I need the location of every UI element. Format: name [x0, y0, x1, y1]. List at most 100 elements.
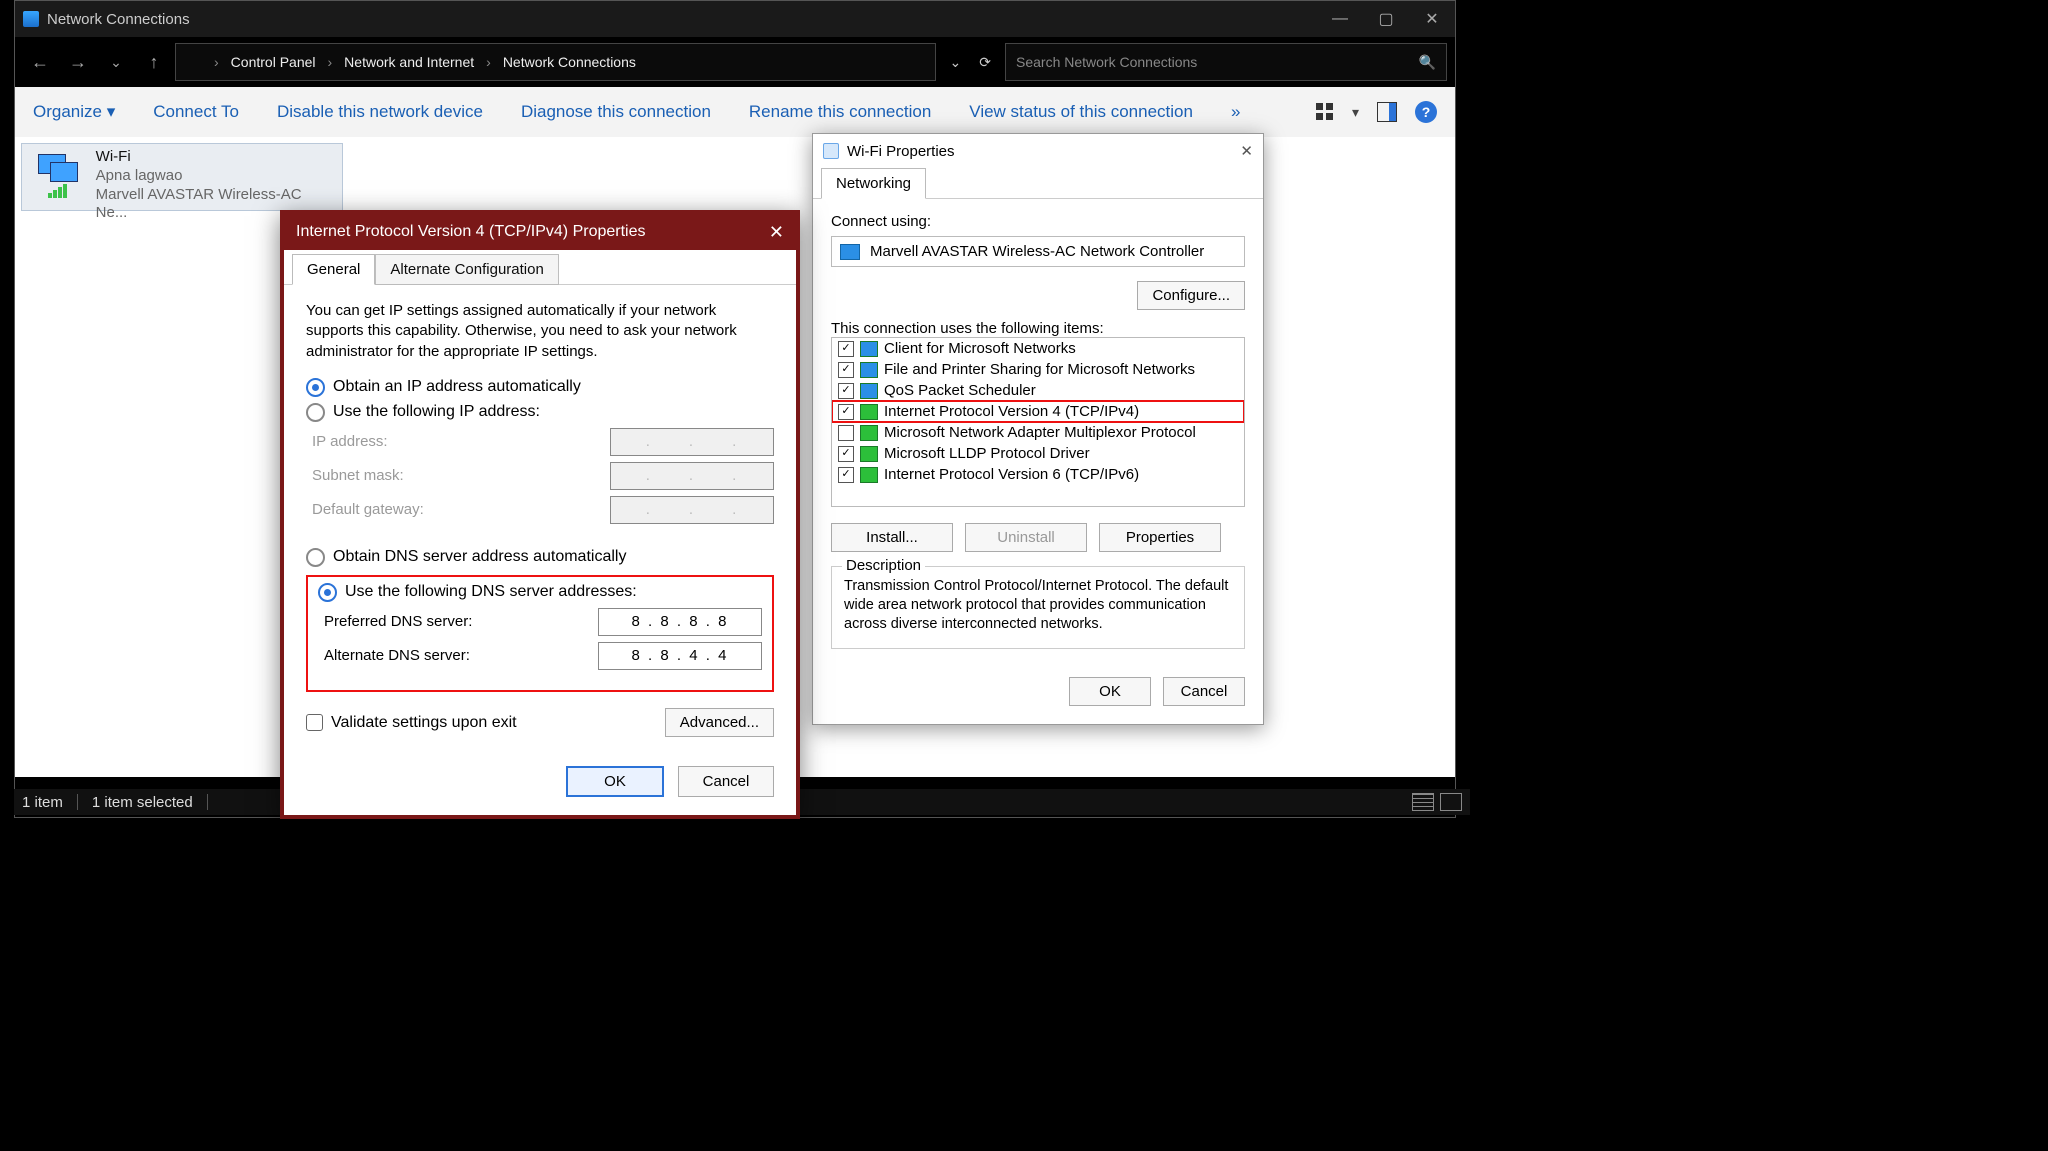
ipv4-intro-text: You can get IP settings assigned automat…: [306, 301, 774, 362]
more-commands-button[interactable]: »: [1231, 102, 1240, 122]
maximize-button[interactable]: ▢: [1363, 1, 1409, 37]
close-button[interactable]: ✕: [1409, 1, 1455, 37]
minimize-button[interactable]: —: [1317, 1, 1363, 37]
tab-alternate-configuration[interactable]: Alternate Configuration: [375, 254, 558, 285]
connection-item[interactable]: QoS Packet Scheduler: [832, 380, 1244, 401]
help-button[interactable]: ?: [1415, 101, 1437, 123]
default-gateway-field: [610, 496, 774, 524]
use-following-ip-radio[interactable]: Use the following IP address:: [306, 403, 774, 422]
item-label: Microsoft Network Adapter Multiplexor Pr…: [884, 424, 1196, 441]
advanced-button[interactable]: Advanced...: [665, 708, 774, 737]
item-checkbox[interactable]: [838, 362, 854, 378]
cancel-button[interactable]: Cancel: [1163, 677, 1245, 706]
item-checkbox[interactable]: [838, 446, 854, 462]
item-checkbox[interactable]: [838, 383, 854, 399]
preview-pane-icon[interactable]: [1377, 102, 1397, 122]
default-gateway-label: Default gateway:: [312, 501, 424, 518]
network-adapter-icon: [38, 154, 78, 182]
preferred-dns-field[interactable]: 8 . 8 . 8 . 8: [598, 608, 762, 636]
search-box[interactable]: Search Network Connections 🔍: [1005, 43, 1447, 81]
ok-button[interactable]: OK: [566, 766, 664, 797]
refresh-button[interactable]: ⟳: [979, 54, 991, 71]
explorer-titlebar: Network Connections — ▢ ✕: [15, 1, 1455, 37]
breadcrumb-sep-icon: ›: [214, 54, 219, 70]
properties-button[interactable]: Properties: [1099, 523, 1221, 552]
subnet-mask-field: [610, 462, 774, 490]
wifi-icon: [823, 143, 839, 159]
protocol-icon: [860, 425, 878, 441]
ipv4-properties-dialog: Internet Protocol Version 4 (TCP/IPv4) P…: [280, 210, 800, 819]
connect-to-button[interactable]: Connect To: [153, 102, 239, 122]
connection-item[interactable]: Microsoft Network Adapter Multiplexor Pr…: [832, 422, 1244, 443]
item-checkbox[interactable]: [838, 467, 854, 483]
use-following-dns-radio[interactable]: Use the following DNS server addresses:: [318, 583, 762, 602]
address-dropdown-button[interactable]: ⌄: [950, 54, 962, 71]
description-text: Transmission Control Protocol/Internet P…: [844, 577, 1232, 634]
connection-item[interactable]: Client for Microsoft Networks: [832, 338, 1244, 359]
obtain-ip-auto-radio[interactable]: Obtain an IP address automatically: [306, 378, 774, 397]
tab-networking[interactable]: Networking: [821, 168, 926, 199]
layout-dropdown-button[interactable]: ▾: [1352, 104, 1359, 121]
search-placeholder: Search Network Connections: [1016, 54, 1197, 70]
status-item-count: 1 item: [22, 794, 63, 811]
alternate-dns-field[interactable]: 8 . 8 . 4 . 4: [598, 642, 762, 670]
adapter-wifi-tile[interactable]: Wi-Fi Apna lagwao Marvell AVASTAR Wirele…: [21, 143, 343, 211]
breadcrumb-item[interactable]: Network and Internet: [344, 54, 474, 70]
status-selected: 1 item selected: [92, 794, 193, 811]
item-checkbox[interactable]: [838, 404, 854, 420]
protocol-icon: [860, 467, 878, 483]
item-checkbox[interactable]: [838, 425, 854, 441]
organize-menu[interactable]: Organize ▾: [33, 102, 115, 122]
up-button[interactable]: ↑: [137, 45, 171, 79]
breadcrumb-item[interactable]: Control Panel: [231, 54, 316, 70]
forward-button[interactable]: →: [61, 45, 95, 79]
item-label: Internet Protocol Version 4 (TCP/IPv4): [884, 403, 1139, 420]
protocol-icon: [860, 383, 878, 399]
adapter-text: Marvell AVASTAR Wireless-AC Network Cont…: [870, 243, 1204, 260]
details-view-button[interactable]: [1412, 793, 1434, 811]
view-status-button[interactable]: View status of this connection: [969, 102, 1193, 122]
close-button[interactable]: ✕: [769, 222, 784, 243]
item-label: QoS Packet Scheduler: [884, 382, 1036, 399]
dialog-title: Internet Protocol Version 4 (TCP/IPv4) P…: [296, 223, 645, 241]
layout-icon[interactable]: [1316, 103, 1334, 121]
uninstall-button: Uninstall: [965, 523, 1087, 552]
install-button[interactable]: Install...: [831, 523, 953, 552]
diagnose-button[interactable]: Diagnose this connection: [521, 102, 711, 122]
connection-items-list[interactable]: Client for Microsoft NetworksFile and Pr…: [831, 337, 1245, 507]
window-title: Network Connections: [47, 11, 190, 28]
large-icons-view-button[interactable]: [1440, 793, 1462, 811]
nav-bar: ← → ⌄ ↑ › Control Panel › Network and In…: [15, 37, 1455, 87]
rename-button[interactable]: Rename this connection: [749, 102, 931, 122]
ok-button[interactable]: OK: [1069, 677, 1151, 706]
obtain-dns-auto-radio[interactable]: Obtain DNS server address automatically: [306, 548, 774, 567]
recent-locations-button[interactable]: ⌄: [99, 45, 133, 79]
preferred-dns-label: Preferred DNS server:: [324, 613, 472, 630]
dialog-title: Wi-Fi Properties: [847, 143, 955, 160]
ip-address-label: IP address:: [312, 433, 388, 450]
configure-button[interactable]: Configure...: [1137, 281, 1245, 310]
disable-device-button[interactable]: Disable this network device: [277, 102, 483, 122]
adapter-field[interactable]: Marvell AVASTAR Wireless-AC Network Cont…: [831, 236, 1245, 267]
back-button[interactable]: ←: [23, 45, 57, 79]
connection-item[interactable]: File and Printer Sharing for Microsoft N…: [832, 359, 1244, 380]
cancel-button[interactable]: Cancel: [678, 766, 774, 797]
breadcrumb-sep-icon: ›: [328, 54, 333, 70]
breadcrumb-item[interactable]: Network Connections: [503, 54, 636, 70]
connection-item[interactable]: Internet Protocol Version 4 (TCP/IPv4): [832, 401, 1244, 422]
network-connections-icon: [184, 55, 202, 69]
connection-item[interactable]: Microsoft LLDP Protocol Driver: [832, 443, 1244, 464]
connection-item[interactable]: Internet Protocol Version 6 (TCP/IPv6): [832, 464, 1244, 485]
protocol-icon: [860, 404, 878, 420]
protocol-icon: [860, 362, 878, 378]
item-checkbox[interactable]: [838, 341, 854, 357]
tab-general[interactable]: General: [292, 254, 375, 285]
items-label: This connection uses the following items…: [831, 320, 1245, 337]
validate-settings-checkbox[interactable]: Validate settings upon exit: [306, 714, 517, 732]
item-label: Internet Protocol Version 6 (TCP/IPv6): [884, 466, 1139, 483]
command-bar: Organize ▾ Connect To Disable this netwo…: [15, 87, 1455, 137]
address-bar[interactable]: › Control Panel › Network and Internet ›…: [175, 43, 936, 81]
ip-address-field: [610, 428, 774, 456]
close-button[interactable]: ✕: [1240, 142, 1253, 160]
dns-highlight-box: Use the following DNS server addresses: …: [306, 575, 774, 692]
